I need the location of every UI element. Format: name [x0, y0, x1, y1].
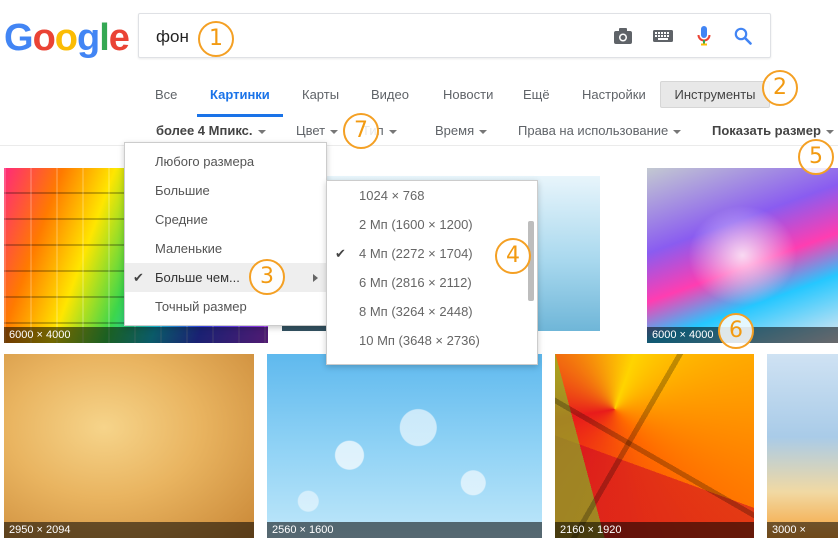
menu-item-label: Любого размера [155, 154, 255, 169]
image-result[interactable]: 2950 × 2094 [4, 354, 254, 538]
callout-marker: 3 [249, 259, 285, 295]
google-images-page: Google фон Все Картинки Карты Видео Ново… [0, 0, 838, 545]
chevron-down-icon [825, 129, 834, 134]
image-dimensions: 2560 × 1600 [267, 522, 542, 538]
callout-marker: 1 [198, 21, 234, 57]
menu-item-label: Точный размер [155, 299, 247, 314]
menu-item-label: 6 Мп (2816 × 2112) [359, 275, 472, 290]
image-dimensions: 2950 × 2094 [4, 522, 254, 538]
mp-option[interactable]: 2 Мп (1600 × 1200) [327, 210, 525, 239]
size-option-exact[interactable]: Точный размер [125, 292, 326, 321]
search-icon[interactable] [731, 24, 755, 48]
logo-letter: o [54, 17, 78, 59]
size-option-larger-than[interactable]: ✔ Больше чем... [125, 263, 326, 292]
color-filter-label: Цвет [296, 123, 326, 138]
tab-news[interactable]: Новости [443, 87, 493, 102]
tab-images[interactable]: Картинки [210, 87, 270, 102]
callout-marker: 5 [798, 139, 834, 175]
logo-letter: G [4, 17, 34, 59]
chevron-down-icon [388, 129, 397, 134]
image-dimensions: 6000 × 4000 [4, 327, 268, 343]
image-dimensions: 3000 × 2000 [767, 522, 838, 538]
keyboard-icon[interactable] [651, 24, 675, 48]
chevron-down-icon [673, 129, 682, 134]
google-logo[interactable]: Google [4, 17, 130, 59]
mp-option[interactable]: 8 Мп (3264 × 2448) [327, 297, 525, 326]
menu-item-label: 4 Мп (2272 × 1704) [359, 246, 473, 261]
microphone-icon[interactable] [692, 24, 716, 48]
rights-filter-label: Права на использование [518, 123, 669, 138]
menu-item-label: Больше чем... [155, 270, 240, 285]
size-option-large[interactable]: Большие [125, 176, 326, 205]
color-filter[interactable]: Цвет [296, 123, 339, 138]
tab-all[interactable]: Все [155, 87, 177, 102]
size-filter-label: более 4 Мпикс. [156, 123, 253, 138]
active-tab-indicator [197, 114, 283, 117]
checkmark-icon: ✔ [133, 270, 144, 285]
show-size-filter[interactable]: Показать размер [712, 123, 834, 138]
mp-option[interactable]: 6 Мп (2816 × 2112) [327, 268, 525, 297]
size-filter[interactable]: более 4 Мпикс. [156, 123, 266, 138]
tools-button[interactable]: Инструменты [660, 81, 770, 108]
menu-item-label: 8 Мп (3264 × 2448) [359, 304, 473, 319]
image-dimensions: 2160 × 1920 [555, 522, 754, 538]
mp-option[interactable]: 1024 × 768 [327, 181, 525, 210]
menu-item-label: 10 Мп (3648 × 2736) [359, 333, 480, 348]
callout-marker: 2 [762, 70, 798, 106]
tab-more[interactable]: Ещё [523, 87, 550, 102]
tab-video[interactable]: Видео [371, 87, 409, 102]
size-option-small[interactable]: Маленькие [125, 234, 326, 263]
size-option-any[interactable]: Любого размера [125, 147, 326, 176]
menu-item-label: 2 Мп (1600 × 1200) [359, 217, 473, 232]
time-filter-label: Время [435, 123, 475, 138]
menu-item-label: Большие [155, 183, 210, 198]
show-size-label: Показать размер [712, 123, 821, 138]
tab-settings[interactable]: Настройки [582, 87, 646, 102]
menu-item-label: Маленькие [155, 241, 223, 256]
size-option-medium[interactable]: Средние [125, 205, 326, 234]
image-result[interactable]: 2560 × 1600 [267, 354, 542, 538]
tab-maps[interactable]: Карты [302, 87, 339, 102]
menu-item-label: 1024 × 768 [359, 188, 425, 203]
menu-item-label: Средние [155, 212, 208, 227]
callout-marker: 6 [718, 313, 754, 349]
camera-icon[interactable] [611, 24, 635, 48]
image-result[interactable]: 3000 × 2000 [767, 354, 838, 538]
chevron-down-icon [257, 129, 266, 134]
mp-option[interactable]: 10 Мп (3648 × 2736) [327, 326, 525, 355]
chevron-down-icon [330, 129, 339, 134]
image-result[interactable]: 2160 × 1920 [555, 354, 754, 538]
chevron-right-icon [313, 274, 318, 282]
callout-marker: 7 [343, 113, 379, 149]
callout-marker: 4 [495, 238, 531, 274]
checkmark-icon: ✔ [335, 246, 346, 261]
search-input[interactable]: фон [156, 27, 189, 47]
logo-letter: e [108, 17, 130, 59]
logo-letter: l [99, 17, 110, 59]
size-dropdown-menu: Любого размера Большие Средние Маленькие… [124, 142, 327, 326]
logo-letter: g [77, 17, 100, 59]
chevron-down-icon [479, 129, 488, 134]
rights-filter[interactable]: Права на использование [518, 123, 682, 138]
time-filter[interactable]: Время [435, 123, 488, 138]
image-texture [555, 354, 754, 538]
logo-letter: o [32, 17, 56, 59]
